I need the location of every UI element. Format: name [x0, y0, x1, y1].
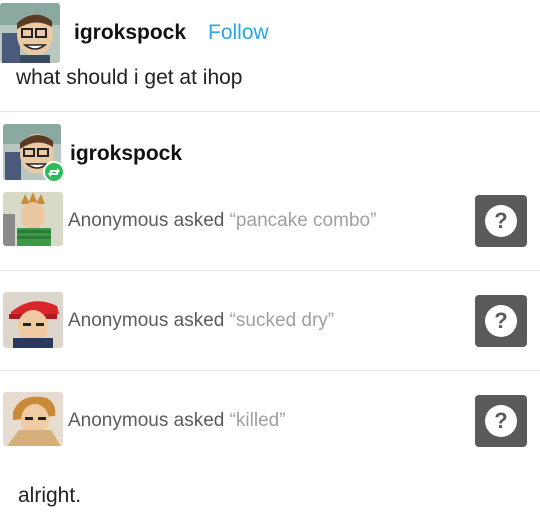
post-header: igrokspock Follow what should i get at i… — [0, 0, 540, 110]
ask-row: Anonymous asked “sucked dry” ? — [0, 280, 540, 380]
post-divider — [0, 111, 540, 112]
ask-button[interactable]: ? — [475, 295, 527, 347]
ask-divider — [0, 270, 540, 271]
follow-button[interactable]: Follow — [208, 21, 269, 45]
author-username[interactable]: igrokspock — [74, 21, 186, 45]
ask-asker[interactable]: Anonymous — [68, 410, 168, 431]
ask-question: “killed” — [229, 410, 286, 431]
ask-button[interactable]: ? — [475, 395, 527, 447]
ask-divider — [0, 370, 540, 371]
ask-text: Anonymous asked “killed” — [68, 410, 286, 432]
ask-verb: asked — [173, 210, 225, 231]
ask-text: Anonymous asked “pancake combo” — [68, 210, 376, 232]
anonymous-avatar — [3, 192, 63, 246]
ask-asker[interactable]: Anonymous — [68, 310, 168, 331]
anonymous-avatar — [3, 392, 63, 446]
question-mark-icon: ? — [485, 205, 517, 237]
anonymous-avatar — [3, 292, 63, 348]
reblogger-username[interactable]: igrokspock — [70, 142, 182, 166]
ask-verb: asked — [173, 310, 225, 331]
reply-text: alright. — [18, 484, 82, 507]
ask-row: Anonymous asked “pancake combo” ? — [0, 180, 540, 280]
author-avatar[interactable] — [0, 3, 60, 63]
question-mark-icon: ? — [485, 405, 517, 437]
ask-question: “sucked dry” — [229, 310, 335, 331]
ask-asker[interactable]: Anonymous — [68, 210, 168, 231]
question-mark-icon: ? — [485, 305, 517, 337]
post-body: what should i get at ihop — [16, 66, 243, 89]
ask-verb: asked — [173, 410, 225, 431]
ask-button[interactable]: ? — [475, 195, 527, 247]
ask-row: Anonymous asked “killed” ? — [0, 380, 540, 480]
ask-text: Anonymous asked “sucked dry” — [68, 310, 334, 332]
ask-question: “pancake combo” — [229, 210, 377, 231]
